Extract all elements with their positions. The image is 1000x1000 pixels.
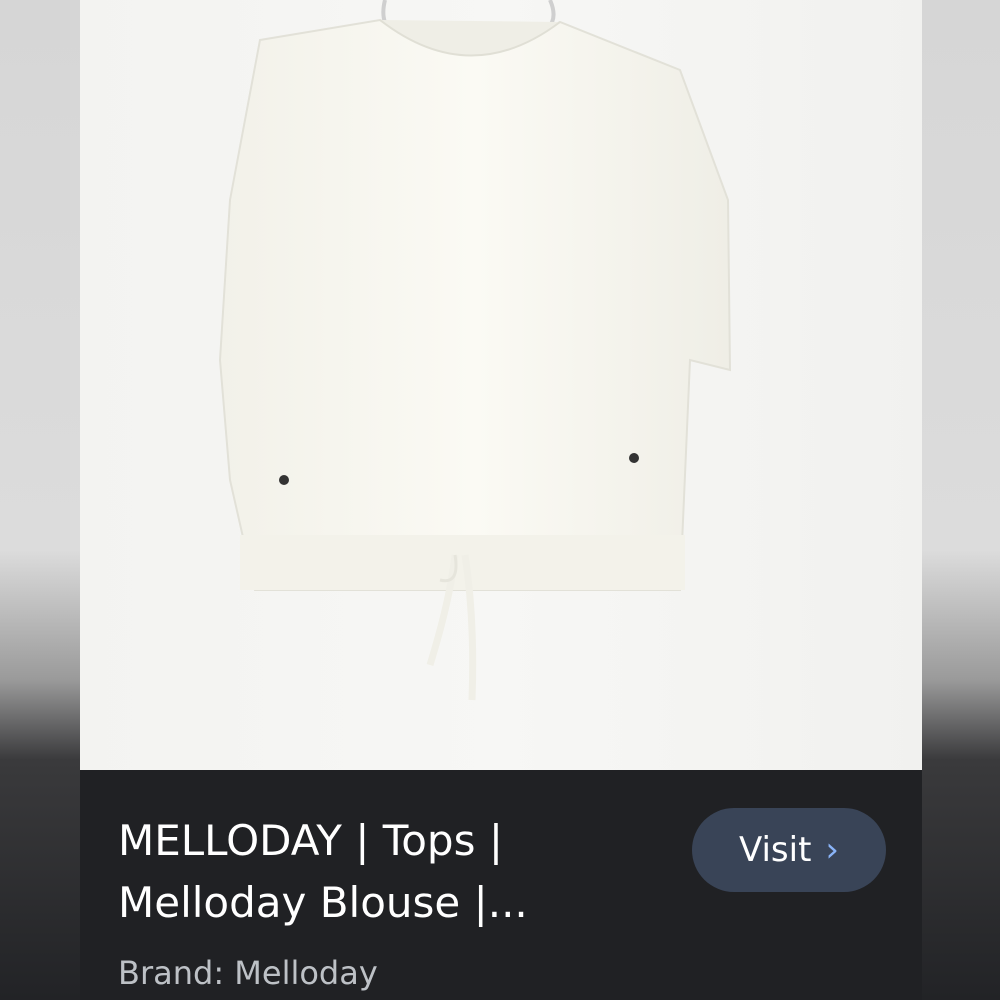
product-info: MELLODAY | Tops | Melloday Blouse |... B… <box>80 770 922 1000</box>
blouse-body <box>218 18 732 591</box>
brand-label: Brand: Melloday <box>118 954 378 992</box>
backdrop-left <box>0 0 80 1000</box>
right-pocket-button <box>629 453 639 463</box>
blouse-illustration <box>218 0 732 701</box>
chevron-right-icon: › <box>825 830 840 870</box>
product-title[interactable]: MELLODAY | Tops | Melloday Blouse |... <box>118 810 678 934</box>
product-card[interactable]: MELLODAY | Tops | Melloday Blouse |... B… <box>80 0 922 1000</box>
backdrop-right <box>920 0 1000 1000</box>
visit-button[interactable]: Visit › <box>692 808 886 892</box>
left-pocket-button <box>279 475 289 485</box>
title-line-2: Melloday Blouse |... <box>118 878 528 927</box>
title-line-1: MELLODAY | Tops | <box>118 816 503 865</box>
visit-label: Visit <box>738 830 812 870</box>
product-image[interactable] <box>80 0 922 770</box>
